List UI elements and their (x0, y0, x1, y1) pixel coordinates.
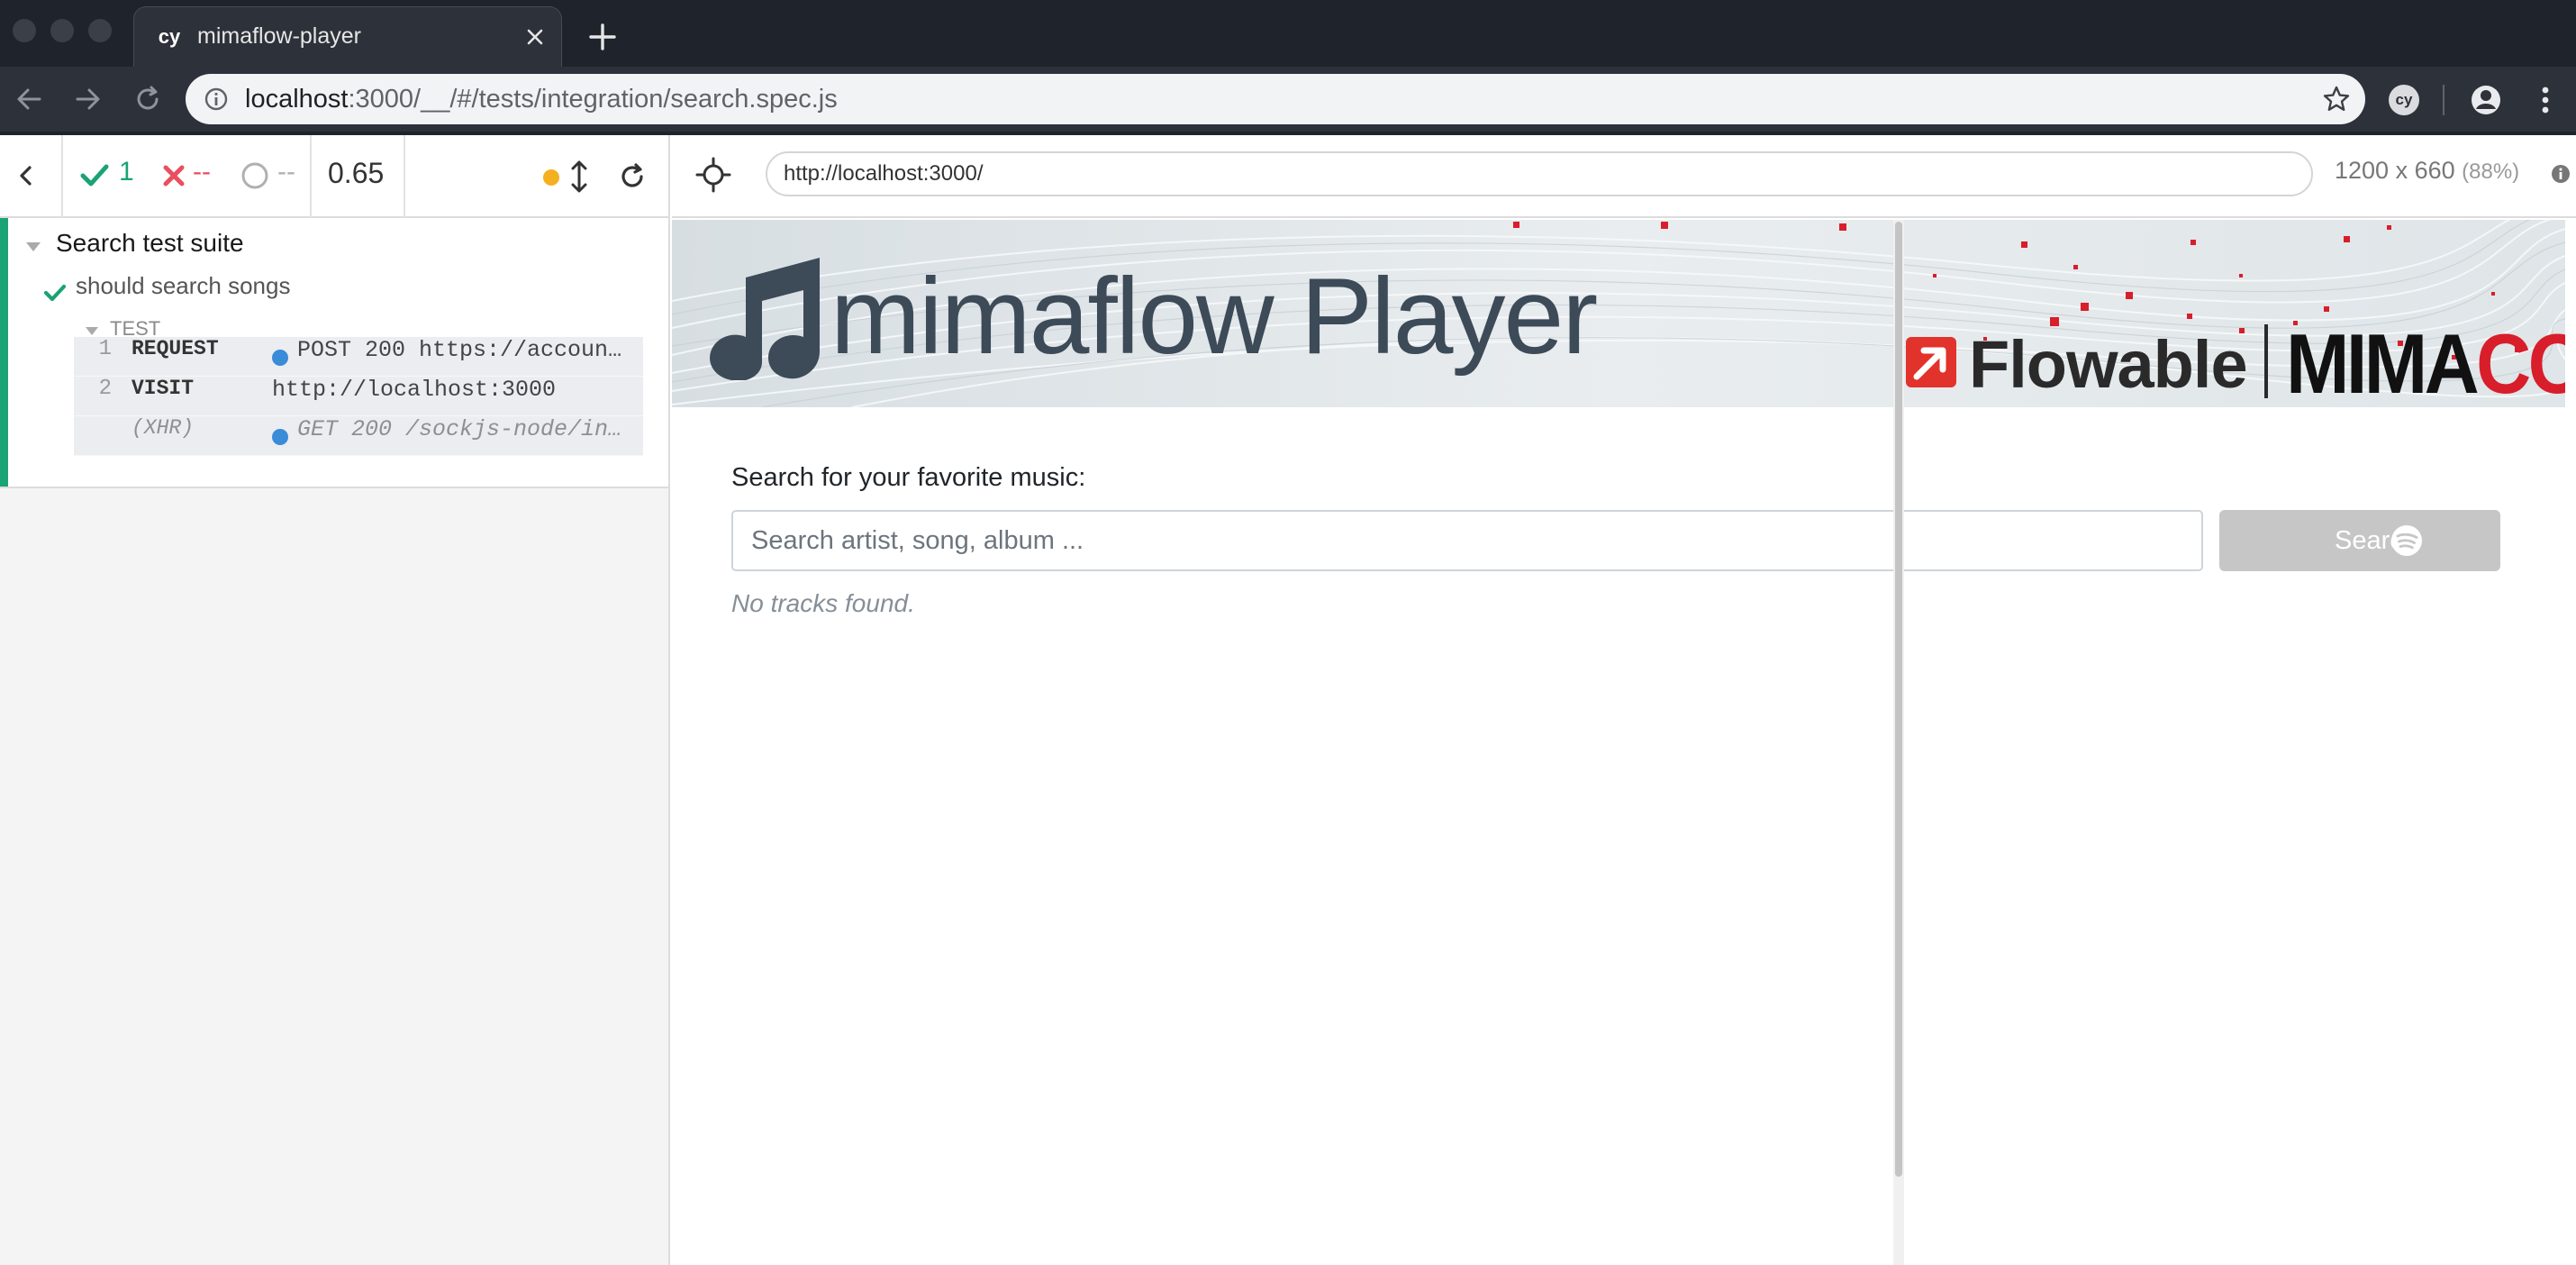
close-icon[interactable] (522, 23, 549, 50)
check-icon (43, 284, 67, 302)
scrollbar-thumb[interactable] (1895, 222, 1902, 1177)
request-status-dot (272, 429, 288, 445)
test-reporter: 1 -- -- 0.65 Search test suite should se… (0, 135, 670, 1265)
app-title: mimaflow Player (830, 256, 1598, 377)
command-message: http://localhost:3000 (272, 377, 557, 403)
command-number: 1 (98, 337, 112, 361)
toolbar-separator (2443, 85, 2444, 115)
bookmark-star-icon[interactable] (2322, 85, 2351, 114)
pending-circle-icon (241, 162, 268, 189)
aut-scrollbar[interactable] (1893, 220, 1904, 1265)
app-under-test: mimaflow Player Flowable MIMACOM Search … (672, 220, 2565, 1265)
command-row[interactable]: (XHR) GET 200 /sockjs-node/info?t=1 (74, 416, 643, 456)
more-menu-icon[interactable] (2533, 84, 2558, 116)
info-icon[interactable] (204, 86, 229, 112)
flowable-logo-icon (1906, 337, 1956, 387)
command-row[interactable]: 2 VISIT http://localhost:3000 (74, 377, 643, 416)
cypress-extension-icon[interactable]: cy (2389, 85, 2419, 115)
forward-arrow-icon[interactable] (72, 83, 104, 115)
failed-count: -- (193, 157, 211, 187)
duration-seconds: 0.65 (328, 157, 385, 189)
stats-divider (404, 135, 405, 218)
window-close-light[interactable] (13, 19, 36, 42)
check-icon (80, 164, 109, 187)
stats-divider (310, 135, 312, 218)
search-button[interactable]: Search (2219, 510, 2500, 571)
window-minimize-light[interactable] (50, 19, 74, 42)
command-name: (XHR) (132, 416, 195, 440)
search-input[interactable] (731, 510, 2203, 571)
failed-x-icon (163, 165, 185, 187)
viewport-size: 1200 x 660 (88%) (2335, 157, 2520, 184)
browser-tab-bar: cy mimaflow-player (0, 0, 2576, 67)
tab-title: mimaflow-player (197, 23, 361, 49)
auto-scroll-arrows-icon[interactable] (569, 159, 589, 195)
tab-favicon-icon: cy (158, 25, 181, 48)
music-note-icon (710, 258, 820, 380)
command-row[interactable]: 1 REQUEST POST 200 https://accounts.spot… (74, 337, 643, 377)
command-name: VISIT (132, 377, 195, 400)
caret-down-icon[interactable] (85, 326, 99, 336)
back-arrow-icon[interactable] (13, 83, 45, 115)
chevron-left-icon[interactable] (13, 162, 40, 189)
spotify-icon (2391, 525, 2422, 556)
search-label: Search for your favorite music: (731, 463, 1086, 492)
mimacom-logo: MIMACOM (2286, 316, 2565, 407)
stats-divider (61, 135, 63, 218)
request-status-dot (272, 350, 288, 366)
browser-tab[interactable]: cy mimaflow-player (133, 6, 562, 67)
command-message: POST 200 https://accounts.spotify.com/ap… (297, 337, 629, 363)
new-tab-plus-icon[interactable] (585, 20, 620, 54)
app-banner: mimaflow Player Flowable MIMACOM (672, 220, 2565, 407)
flowable-logo: Flowable (1969, 327, 2248, 402)
running-status-indicator (543, 169, 559, 186)
address-url: localhost:3000/__/#/tests/integration/se… (245, 85, 838, 114)
info-icon[interactable] (2551, 164, 2571, 184)
browser-toolbar: localhost:3000/__/#/tests/integration/se… (0, 67, 2576, 132)
reload-icon[interactable] (132, 83, 164, 115)
reporter-stats-bar: 1 -- -- 0.65 (0, 135, 668, 218)
caret-down-icon[interactable] (25, 241, 41, 252)
account-icon[interactable] (2470, 84, 2502, 116)
rerun-icon[interactable] (618, 162, 647, 191)
test-suite: Search test suite should search songs TE… (0, 218, 668, 488)
address-bar[interactable]: localhost:3000/__/#/tests/integration/se… (186, 74, 2365, 124)
test-title[interactable]: should search songs (76, 272, 290, 300)
command-message: GET 200 /sockjs-node/info?t=1 (297, 416, 629, 442)
suite-passed-bar (0, 218, 8, 487)
aut-header: http://localhost:3000/ 1200 x 660 (88%) (672, 135, 2576, 218)
pending-count: -- (277, 157, 295, 187)
suite-title[interactable]: Search test suite (56, 229, 244, 258)
command-number: 2 (98, 377, 112, 401)
command-name: REQUEST (132, 337, 219, 360)
window-zoom-light[interactable] (88, 19, 112, 42)
passed-count: 1 (119, 157, 134, 187)
logo-divider (2264, 324, 2268, 398)
selector-playground-crosshair-icon[interactable] (695, 157, 731, 193)
aut-url-field[interactable]: http://localhost:3000/ (766, 151, 2313, 196)
empty-results-message: No tracks found. (731, 589, 915, 617)
